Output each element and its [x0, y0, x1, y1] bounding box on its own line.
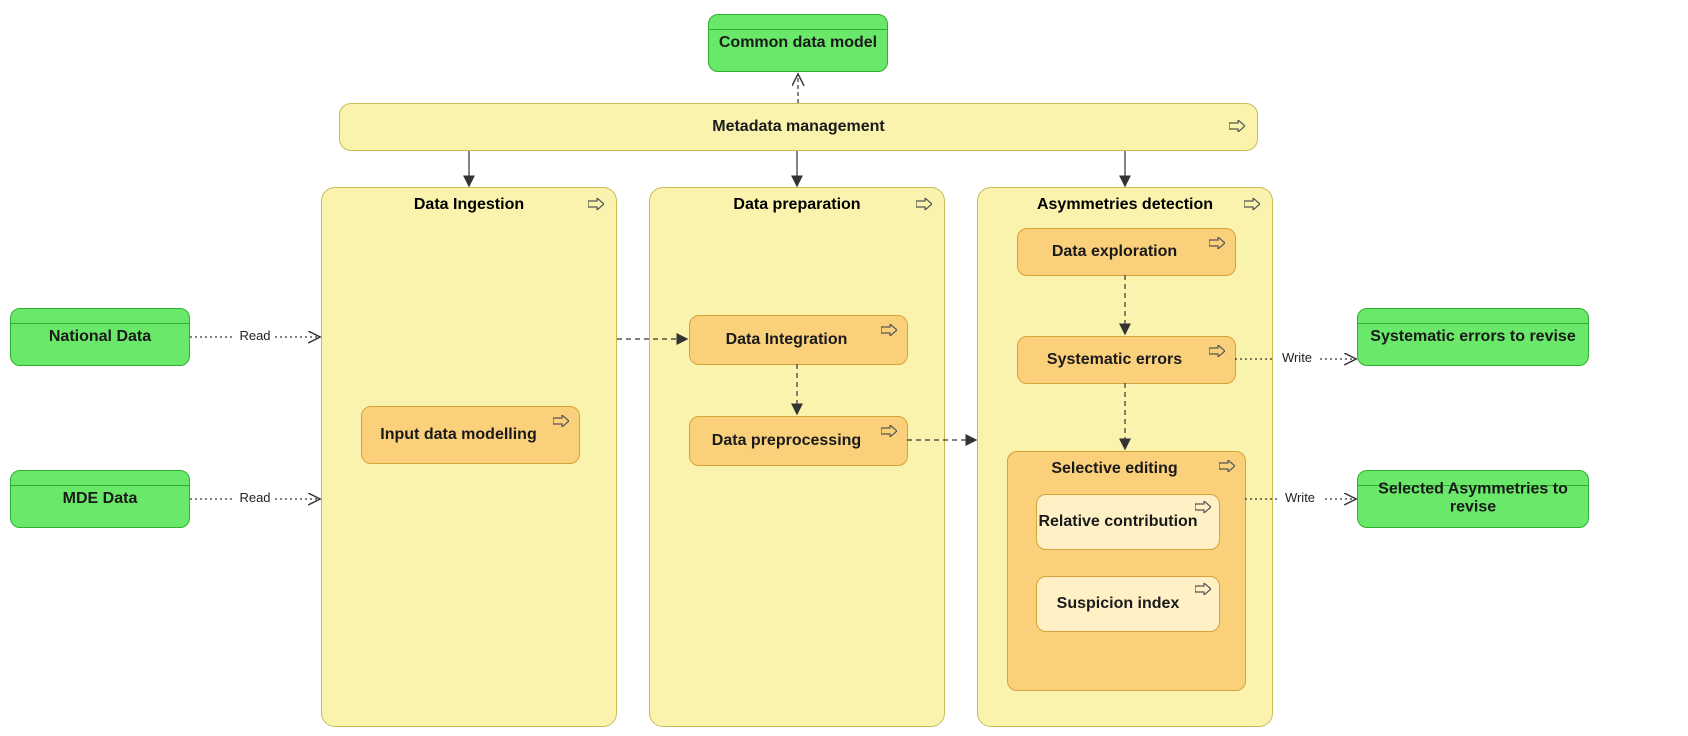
node-data-exploration: Data exploration	[1017, 228, 1236, 276]
edge-label: Read	[239, 490, 270, 505]
node-data-integration: Data Integration	[689, 315, 908, 365]
link-arrow-icon	[881, 324, 897, 336]
edge-label: Write	[1282, 350, 1312, 365]
edge-label: Read	[239, 328, 270, 343]
panel-data-ingestion: Data Ingestion Input data modelling	[321, 187, 617, 727]
node-label: Selected Asymmetries to revise	[1358, 481, 1588, 518]
node-mde-data: MDE Data	[10, 470, 190, 528]
panel-title: Asymmetries detection	[978, 196, 1272, 214]
panel-title: Data Ingestion	[322, 196, 616, 214]
link-arrow-icon	[1209, 345, 1225, 357]
link-arrow-icon	[1229, 120, 1245, 132]
node-label: Common data model	[709, 34, 887, 52]
node-label: Data exploration	[1018, 243, 1211, 261]
node-common-data-model: Common data model	[708, 14, 888, 72]
node-label: National Data	[11, 328, 189, 346]
node-selective-editing: Selective editing Relative contribution …	[1007, 451, 1246, 691]
node-metadata-management: Metadata management	[339, 103, 1258, 151]
node-systematic-errors-to-revise: Systematic errors to revise	[1357, 308, 1589, 366]
node-systematic-errors: Systematic errors	[1017, 336, 1236, 384]
diagram-canvas: Common data model Metadata management Na…	[0, 0, 1688, 736]
link-arrow-icon	[881, 425, 897, 437]
link-arrow-icon	[1244, 198, 1260, 210]
node-label: Metadata management	[340, 118, 1257, 136]
node-relative-contribution: Relative contribution	[1036, 494, 1220, 550]
node-label: Input data modelling	[362, 426, 555, 444]
link-arrow-icon	[1209, 237, 1225, 249]
node-label: Relative contribution	[1037, 513, 1199, 531]
node-label: Systematic errors	[1018, 351, 1211, 369]
panel-title: Data preparation	[650, 196, 944, 214]
node-data-preprocessing: Data preprocessing	[689, 416, 908, 466]
node-label: Systematic errors to revise	[1358, 328, 1588, 346]
edge-label: Write	[1285, 490, 1315, 505]
node-label: Data Integration	[690, 331, 883, 349]
node-label: Selective editing	[1008, 460, 1221, 478]
link-arrow-icon	[1219, 460, 1235, 472]
link-arrow-icon	[588, 198, 604, 210]
node-selected-asymmetries-to-revise: Selected Asymmetries to revise	[1357, 470, 1589, 528]
panel-data-preparation: Data preparation Data Integration Data p…	[649, 187, 945, 727]
node-suspicion-index: Suspicion index	[1036, 576, 1220, 632]
panel-asymmetries-detection: Asymmetries detection Data exploration S…	[977, 187, 1273, 727]
link-arrow-icon	[553, 415, 569, 427]
node-label: Suspicion index	[1037, 595, 1199, 613]
link-arrow-icon	[1195, 583, 1211, 595]
node-label: MDE Data	[11, 490, 189, 508]
link-arrow-icon	[1195, 501, 1211, 513]
node-input-data-modelling: Input data modelling	[361, 406, 580, 464]
link-arrow-icon	[916, 198, 932, 210]
node-national-data: National Data	[10, 308, 190, 366]
node-label: Data preprocessing	[690, 432, 883, 450]
